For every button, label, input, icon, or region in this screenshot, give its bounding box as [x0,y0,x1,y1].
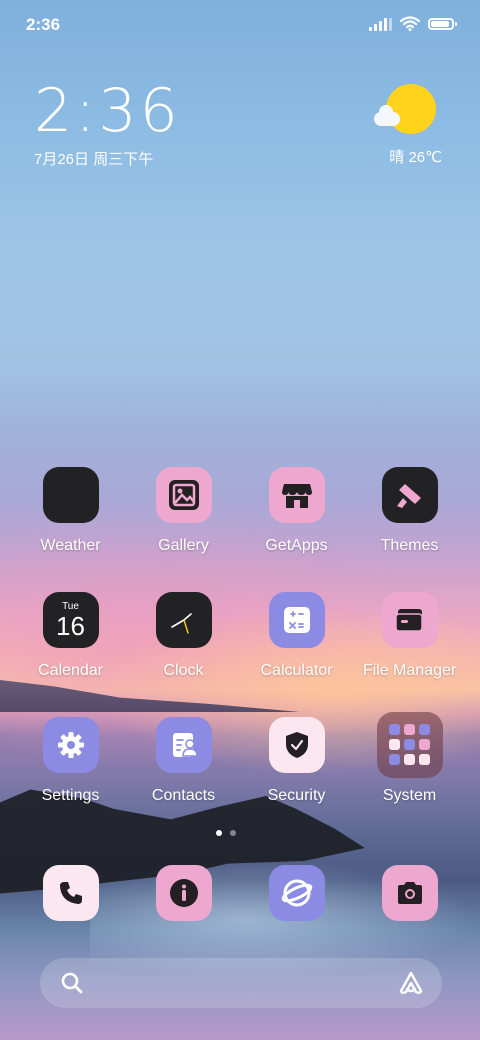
dock [0,865,480,925]
calendar-icon: Tue 16 [42,592,99,648]
dock-phone[interactable] [14,865,127,921]
app-label: File Manager [362,662,457,679]
info-icon [155,865,212,921]
app-label: Clock [163,662,204,679]
page-dot [216,830,222,836]
app-label: Security [267,787,326,804]
page-indicator [216,830,236,836]
app-label: Weather [40,537,101,554]
wifi-icon [400,16,420,31]
dock-camera[interactable] [353,865,466,921]
contacts-icon [155,717,212,773]
clock-icon [155,592,212,648]
status-time: 2:36 [26,15,61,34]
widget-date: 7月26日 周三下午 [34,151,154,168]
app-gallery[interactable]: Gallery [127,467,240,555]
app-label: Calculator [260,662,333,679]
search-icon[interactable] [60,971,84,995]
folder-grid-icon [376,712,443,778]
assistant-icon[interactable] [398,970,424,996]
dock-browser[interactable] [240,865,353,921]
app-label: System [382,787,437,804]
phone-icon [42,865,99,921]
weather-widget[interactable]: 晴 26℃ [350,84,446,167]
app-settings[interactable]: Settings [14,717,127,805]
clock-widget[interactable]: 2:36 7月26日 周三下午 [34,76,181,169]
sunny-weather-icon [374,84,436,134]
status-bar: 2:36 [0,0,480,50]
calculator-icon [268,592,325,648]
app-clock[interactable]: Clock [127,592,240,680]
app-label: Contacts [151,787,216,804]
app-calendar[interactable]: Tue 16 Calendar [14,592,127,680]
search-bar[interactable] [40,958,442,1008]
app-weather[interactable]: Weather [14,467,127,555]
app-label: Settings [41,787,100,804]
gear-icon [42,717,99,773]
browser-icon [268,865,325,921]
getapps-store-icon [268,467,325,523]
app-label: Themes [380,537,439,554]
widget-time: 2:36 [34,76,181,146]
app-calculator[interactable]: Calculator [240,592,353,680]
dock-info[interactable] [127,865,240,921]
status-icons [369,16,457,31]
gallery-icon [155,467,212,523]
calendar-day: Tue [62,600,79,612]
signal-icon [369,17,392,31]
battery-icon [428,17,457,30]
app-contacts[interactable]: Contacts [127,717,240,805]
folder-icon [381,592,438,648]
app-file-manager[interactable]: File Manager [353,592,466,680]
weather-condition-temp: 晴 26℃ [389,149,442,166]
app-label: GetApps [265,537,328,554]
app-security[interactable]: Security [240,717,353,805]
app-label: Gallery [158,537,209,554]
page-dot [230,830,236,836]
app-system-folder[interactable]: System [353,712,466,805]
themes-brush-icon [381,467,438,523]
camera-icon [381,865,438,921]
shield-icon [268,717,325,773]
app-getapps[interactable]: GetApps [240,467,353,555]
calendar-date: 16 [56,610,85,641]
weather-icon [42,467,99,523]
app-label: Calendar [38,662,103,679]
app-themes[interactable]: Themes [353,467,466,555]
